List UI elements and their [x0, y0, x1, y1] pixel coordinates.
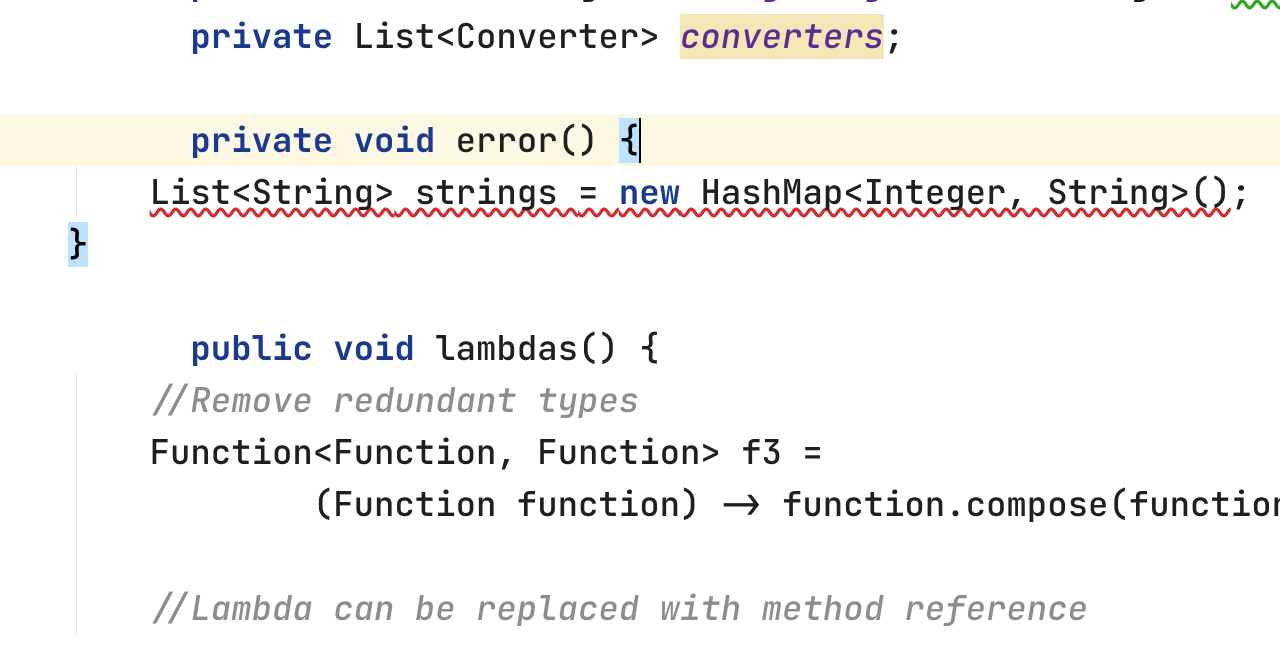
keyword: void: [333, 326, 415, 371]
code-line-active[interactable]: private void error() {: [0, 114, 1280, 166]
indent: [68, 586, 150, 631]
indent: [68, 482, 313, 527]
type: HashMap<Integer, String>(): [680, 170, 1231, 215]
code-line[interactable]: public void lambdas() {: [0, 322, 1280, 374]
code-line[interactable]: Function<Function, Function> f3 =: [0, 426, 1280, 478]
brace-close: }: [68, 222, 88, 267]
code-editor[interactable]: private final String[] stringArray = new…: [0, 0, 1280, 648]
semicolon: ;: [1231, 170, 1251, 215]
comment: //Lambda can be replaced with method ref…: [150, 586, 1088, 631]
keyword: private: [190, 118, 333, 163]
operator: =: [904, 0, 924, 7]
indent: [68, 430, 150, 475]
field-name: converters: [680, 14, 884, 59]
code-line[interactable]: (Function function) -> function.compose(…: [0, 478, 1280, 530]
code-line[interactable]: List<String> strings = new HashMap<Integ…: [0, 166, 1280, 218]
class-reference: IntelliJ I: [1231, 0, 1280, 7]
keyword: public: [190, 326, 312, 371]
code-line[interactable]: }: [0, 218, 1280, 270]
operator: =: [578, 170, 619, 215]
indent: [68, 378, 150, 423]
keyword: private: [190, 14, 333, 59]
method-name: error(): [456, 118, 599, 163]
method-name: lambdas(): [435, 326, 619, 371]
code-line[interactable]: //Remove redundant types: [0, 374, 1280, 426]
keyword: new: [945, 0, 1006, 7]
keyword: new: [619, 170, 680, 215]
code-line[interactable]: //Lambda can be replaced with method ref…: [0, 582, 1280, 634]
indent: [68, 170, 150, 215]
type: String[]{: [1027, 0, 1211, 7]
comment: //Remove redundant types: [150, 378, 640, 423]
code-text: (Function function) -> function.compose(…: [313, 482, 1280, 527]
code-line-blank[interactable]: [0, 530, 1280, 582]
type: List<String>: [150, 170, 395, 215]
brace-open: {: [619, 118, 641, 163]
semicolon: ;: [884, 14, 904, 59]
error-span[interactable]: List<String> strings = new HashMap<Integ…: [150, 170, 1231, 215]
brace-open: {: [639, 326, 659, 371]
code-line[interactable]: private List<Converter> converters;: [0, 10, 1280, 62]
code-text: Function<Function, Function> f3 =: [150, 430, 823, 475]
keyword: void: [354, 118, 436, 163]
type: List<Converter>: [354, 14, 660, 59]
variable: strings: [394, 170, 578, 215]
